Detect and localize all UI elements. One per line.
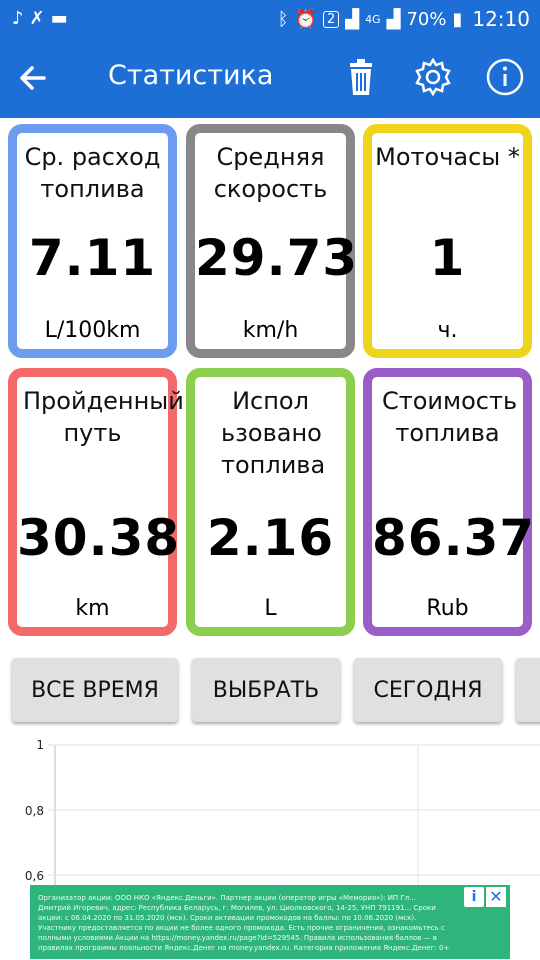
battery-icon: ▮ (452, 8, 463, 30)
car-icon: ▬ (50, 8, 74, 29)
card-value: 7.11 (28, 229, 157, 287)
card-unit: km/h (242, 318, 299, 343)
status-icons: ᛒ ⏰ 2 ▟ 4G ▟ 70% ▮ 12:10 (278, 7, 530, 31)
network-type: 4G (365, 12, 381, 26)
card-fuel-cost: Стоимость топлива 86.37 Rub (363, 368, 536, 636)
battery-percent: 70% (406, 8, 447, 30)
music-note-icon: ♪ (12, 8, 30, 29)
alarm-icon: ⏰ (294, 8, 317, 30)
card-fuel-used: Испол ьзовано топлива 2.16 L (186, 368, 355, 636)
y-tick-label: 1 (36, 738, 44, 752)
status-bar: ♪✗▬ ᛒ ⏰ 2 ▟ 4G ▟ 70% ▮ 12:10 (0, 0, 540, 38)
y-tick-label: 0,8 (25, 804, 44, 818)
card-unit: ч. (437, 318, 458, 343)
bluetooth-icon: ᛒ (277, 8, 289, 30)
card-unit: L (264, 596, 277, 621)
card-fuel-consumption: Ср. расход топлива 7.11 L/100km (8, 124, 177, 358)
card-engine-hours: Моточасы * 1 ч. (363, 124, 532, 358)
card-title: Пройденный путь (23, 387, 184, 447)
card-unit: Rub (426, 596, 469, 621)
y-tick-label: 0,6 (25, 869, 44, 883)
ad-text: Организатор акции: ООО НКО «Яндекс.Деньг… (38, 894, 450, 952)
card-title: Моточасы * (375, 143, 520, 171)
gear-icon[interactable] (410, 54, 456, 100)
more-button-partial[interactable] (516, 658, 540, 722)
card-title: Ср. расход топлива (24, 143, 161, 203)
app-bar: Статистика (0, 38, 540, 118)
signal-icon-2: ▟ (386, 8, 401, 30)
card-value: 29.73 (195, 229, 359, 287)
card-title: Средняя скорость (213, 143, 328, 203)
all-time-button[interactable]: ВСЕ ВРЕМЯ (12, 658, 178, 722)
signal-icon: ▟ (345, 8, 360, 30)
card-distance: Пройденный путь 30.38 km (8, 368, 184, 636)
card-value: 2.16 (206, 509, 335, 567)
card-value: 86.37 (372, 509, 536, 567)
missed-call-icon: ✗ (29, 8, 51, 29)
ad-info-icon[interactable]: i (464, 887, 484, 907)
card-unit: km (75, 596, 110, 621)
page-title: Статистика (108, 60, 274, 91)
card-value: 30.38 (17, 509, 181, 567)
statistics-chart: 1 0,8 0,6 (25, 738, 540, 885)
ad-close-icon[interactable]: ✕ (486, 887, 506, 907)
card-value: 1 (429, 229, 466, 287)
today-button[interactable]: СЕГОДНЯ (354, 658, 502, 722)
ad-banner[interactable]: Организатор акции: ООО НКО «Яндекс.Деньг… (30, 885, 510, 959)
sim-badge: 2 (322, 10, 340, 28)
back-arrow-icon[interactable] (14, 56, 58, 100)
select-button[interactable]: ВЫБРАТЬ (192, 658, 340, 722)
card-average-speed: Средняя скорость 29.73 km/h (186, 124, 359, 358)
card-title: Испол ьзовано топлива (221, 387, 326, 479)
trash-icon[interactable] (338, 54, 384, 100)
info-icon[interactable] (482, 54, 528, 100)
clock: 12:10 (472, 7, 530, 31)
card-unit: L/100km (44, 318, 141, 343)
notification-icons: ♪✗▬ (12, 8, 74, 29)
card-title: Стоимость топлива (382, 387, 518, 447)
